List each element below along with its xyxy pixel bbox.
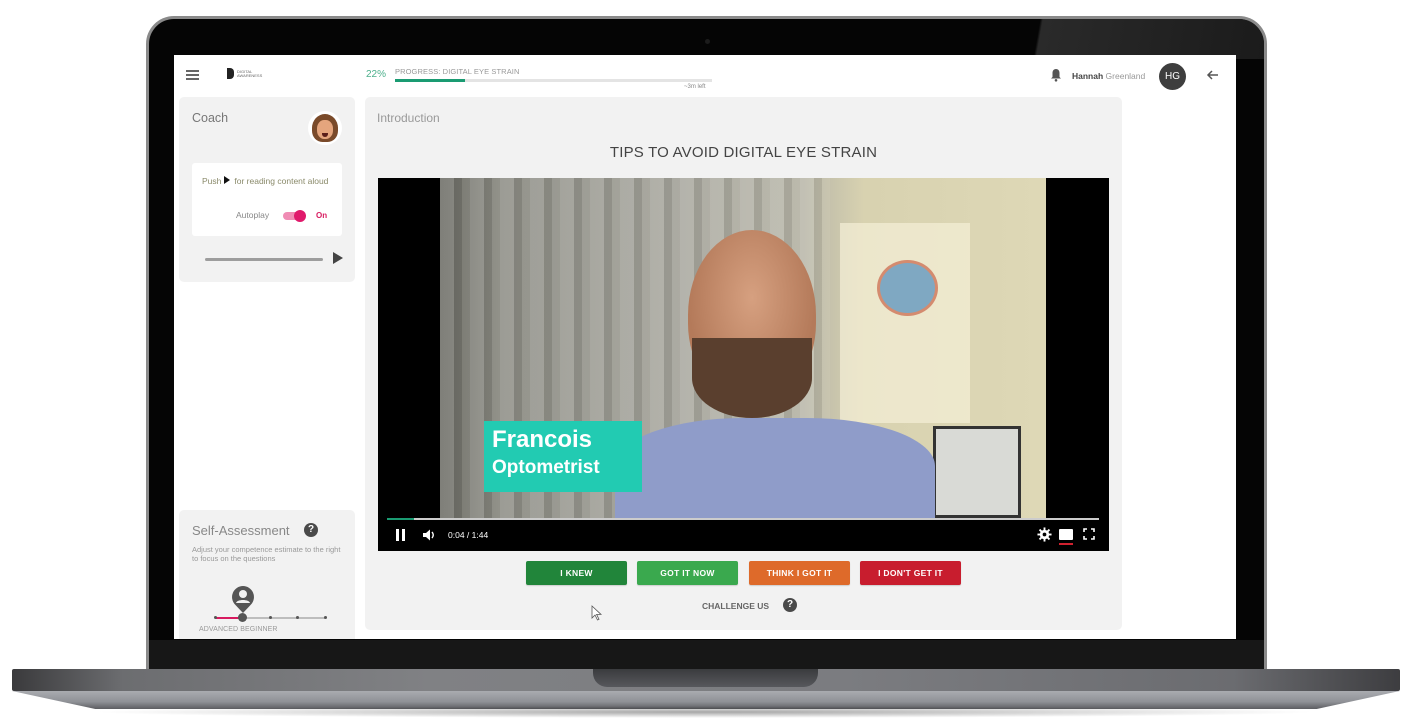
video-player[interactable]: Francois Optometrist 0:04 / 1:44 bbox=[378, 178, 1109, 551]
back-arrow-icon[interactable] bbox=[1206, 68, 1220, 82]
progress-bar bbox=[395, 79, 712, 82]
i-dont-get-it-button[interactable]: I DON'T GET IT bbox=[860, 561, 961, 585]
logo-mark bbox=[227, 68, 234, 79]
self-assessment-panel: Self-Assessment ? Adjust your competence… bbox=[179, 510, 355, 639]
captions-icon[interactable] bbox=[1059, 529, 1073, 540]
competence-step-dot[interactable] bbox=[213, 616, 217, 619]
laptop-shadow bbox=[90, 706, 1320, 718]
coach-title: Coach bbox=[192, 111, 229, 125]
speaker-name: Francois bbox=[492, 426, 593, 453]
time-left: ~3m left bbox=[684, 84, 706, 90]
self-assessment-title: Self-Assessment bbox=[192, 523, 290, 538]
pause-icon[interactable] bbox=[396, 529, 406, 541]
user-last-name: Greenland bbox=[1105, 71, 1146, 81]
speaker-caption: Francois Optometrist bbox=[484, 421, 642, 492]
competence-slider-knob[interactable] bbox=[238, 613, 247, 622]
competence-level-label: ADVANCED BEGINNER bbox=[199, 626, 278, 633]
captions-active-indicator bbox=[1059, 543, 1073, 545]
progress-percent: 22% bbox=[366, 69, 387, 80]
autoplay-toggle[interactable] bbox=[283, 210, 307, 222]
webcam bbox=[705, 39, 710, 44]
mouse-cursor-icon bbox=[591, 605, 603, 621]
settings-gear-icon[interactable] bbox=[1037, 527, 1052, 542]
user-name[interactable]: Hannah Greenland bbox=[1072, 71, 1145, 81]
challenge-us-link[interactable]: CHALLENGE US bbox=[702, 601, 769, 611]
coach-panel: Coach Push for reading content aloud Auto… bbox=[179, 97, 355, 282]
bell-icon[interactable] bbox=[1050, 68, 1062, 82]
user-first-name: Hannah bbox=[1072, 71, 1104, 81]
read-aloud-hint: Push for reading content aloud bbox=[202, 176, 332, 186]
laptop-notch bbox=[593, 669, 818, 687]
autoplay-state: On bbox=[316, 211, 328, 220]
coach-avatar bbox=[308, 111, 342, 145]
push-suffix: for reading content aloud bbox=[234, 176, 329, 186]
content-panel: Introduction TIPS TO AVOID DIGITAL EYE S… bbox=[365, 97, 1122, 630]
volume-icon[interactable] bbox=[422, 528, 436, 542]
help-icon[interactable]: ? bbox=[304, 523, 318, 537]
think-i-got-it-button[interactable]: THINK I GOT IT bbox=[749, 561, 850, 585]
answer-buttons: I KNEW GOT IT NOW THINK I GOT IT I DON'T… bbox=[365, 561, 1122, 587]
coach-audio-scrubber[interactable] bbox=[205, 258, 323, 261]
user-avatar[interactable]: HG bbox=[1159, 63, 1186, 90]
video-seek-bar[interactable] bbox=[387, 518, 1099, 520]
read-aloud-card: Push for reading content aloud Autoplay O… bbox=[192, 163, 342, 236]
progress-label: PROGRESS: DIGITAL EYE STRAIN bbox=[395, 67, 520, 76]
lesson-title: TIPS TO AVOID DIGITAL EYE STRAIN bbox=[609, 144, 878, 161]
video-controls: 0:04 / 1:44 bbox=[378, 518, 1109, 551]
got-it-now-button[interactable]: GOT IT NOW bbox=[637, 561, 738, 585]
logo[interactable]: DIGITAL AWARENESS bbox=[227, 68, 267, 82]
competence-step-dot[interactable] bbox=[296, 616, 299, 619]
video-seek-fill bbox=[387, 518, 415, 520]
logo-text: DIGITAL AWARENESS bbox=[237, 69, 263, 78]
progress-bar-fill bbox=[395, 79, 465, 82]
user-pin-icon[interactable] bbox=[231, 585, 255, 615]
section-label: Introduction bbox=[377, 111, 440, 125]
challenge-help-icon[interactable]: ? bbox=[783, 598, 797, 612]
top-bar: DIGITAL AWARENESS 22% PROGRESS: DIGITAL … bbox=[174, 55, 1236, 95]
bottom-bezel bbox=[149, 640, 1264, 672]
play-icon[interactable] bbox=[224, 176, 231, 184]
speaker-role: Optometrist bbox=[492, 457, 600, 478]
competence-slider[interactable] bbox=[213, 613, 327, 622]
competence-step-dot[interactable] bbox=[268, 616, 272, 619]
self-assessment-description: Adjust your competence estimate to the r… bbox=[192, 545, 341, 563]
lid-glare bbox=[1019, 19, 1264, 59]
menu-icon[interactable] bbox=[186, 70, 199, 80]
push-prefix: Push bbox=[202, 176, 222, 186]
fullscreen-icon[interactable] bbox=[1083, 528, 1095, 540]
competence-step-dot[interactable] bbox=[323, 616, 327, 619]
autoplay-label: Autoplay bbox=[236, 210, 270, 220]
app-screen: DIGITAL AWARENESS 22% PROGRESS: DIGITAL … bbox=[174, 55, 1236, 639]
i-knew-button[interactable]: I KNEW bbox=[526, 561, 627, 585]
coach-play-button[interactable] bbox=[333, 252, 343, 264]
video-time: 0:04 / 1:44 bbox=[448, 530, 489, 540]
laptop-mockup: DIGITAL AWARENESS 22% PROGRESS: DIGITAL … bbox=[0, 0, 1409, 721]
